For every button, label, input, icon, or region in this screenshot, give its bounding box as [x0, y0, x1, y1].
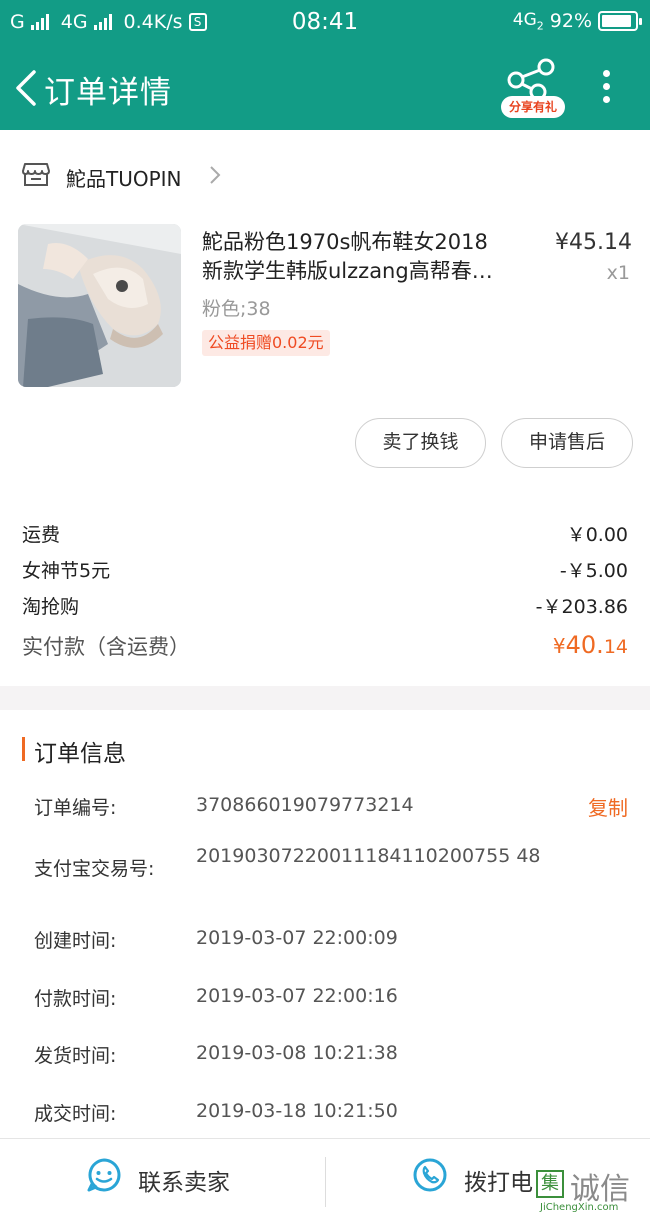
- page-title: 订单详情: [44, 75, 172, 111]
- contact-seller-button[interactable]: 联系卖家: [86, 1157, 286, 1197]
- product-spec: 粉色;38: [202, 298, 271, 320]
- chevron-right-icon: [210, 166, 221, 184]
- shipped-label: 发货时间:: [34, 1045, 117, 1067]
- done-label: 成交时间:: [34, 1103, 117, 1125]
- discount1-label: 女神节5元: [22, 560, 111, 582]
- more-vertical-icon[interactable]: [598, 70, 614, 108]
- heading-accent-bar: [22, 737, 25, 761]
- battery-percent: 92%: [549, 10, 592, 33]
- store-icon: [22, 163, 50, 186]
- shipping-value: ￥0.00: [566, 524, 628, 546]
- sell-button[interactable]: 卖了换钱: [355, 418, 486, 468]
- sneaker-photo: [18, 224, 181, 387]
- phone-icon: [413, 1158, 447, 1192]
- network-sub: 2: [536, 19, 544, 33]
- product-price: ¥45.14: [555, 230, 632, 255]
- copy-button[interactable]: 复制: [588, 792, 628, 821]
- discount-row-2: 淘抢购 -￥203.86: [22, 592, 628, 622]
- discount2-value: -￥203.86: [535, 596, 628, 618]
- shipping-row: 运费 ￥0.00: [22, 520, 628, 550]
- share-badge: 分享有礼: [501, 96, 565, 118]
- total-row: 实付款（含运费） ¥40.14: [22, 631, 628, 667]
- order-number-value: 370866019079773214: [196, 794, 414, 816]
- bottom-separator: [325, 1157, 326, 1207]
- share-button[interactable]: 分享有礼: [500, 58, 566, 118]
- charity-badge: 公益捐赠0.02元: [202, 330, 330, 356]
- product-quantity: x1: [606, 262, 630, 284]
- total-value: ¥40.14: [553, 631, 628, 659]
- paid-label: 付款时间:: [34, 988, 117, 1010]
- section-divider: [0, 686, 650, 710]
- chat-icon: [87, 1158, 121, 1192]
- discount1-value: -￥5.00: [559, 560, 628, 582]
- created-value: 2019-03-07 22:00:09: [196, 927, 398, 949]
- battery-icon: [598, 11, 642, 32]
- product-title-line2: 新款学生韩版ulzzang高帮春…: [202, 259, 493, 283]
- shipped-value: 2019-03-08 10:21:38: [196, 1042, 398, 1064]
- alipay-value: 20190307220011184110200755 48: [196, 845, 541, 867]
- product-title[interactable]: 鮀品粉色1970s帆布鞋女2018 新款学生韩版ulzzang高帮春…: [202, 228, 522, 286]
- done-value: 2019-03-18 10:21:50: [196, 1100, 398, 1122]
- discount-row-1: 女神节5元 -￥5.00: [22, 556, 628, 586]
- battery-fill: [602, 15, 631, 28]
- back-arrow-icon[interactable]: [12, 68, 42, 108]
- shop-row[interactable]: 鮀品TUOPIN: [0, 130, 650, 220]
- status-right: 4G2 92%: [513, 10, 642, 33]
- shipping-label: 运费: [22, 524, 61, 546]
- total-dec: 14: [603, 636, 628, 658]
- discount2-label: 淘抢购: [22, 596, 80, 618]
- network-label: 4G2: [513, 10, 544, 32]
- watermark-logo: 集 诚信 JiChengXin.com: [534, 1164, 650, 1215]
- paid-value: 2019-03-07 22:00:16: [196, 985, 398, 1007]
- after-sale-button[interactable]: 申请售后: [501, 418, 633, 468]
- order-info-title: 订单信息: [34, 741, 126, 767]
- status-bar: G 4G 0.4K/s S 08:41 4G2 92%: [0, 0, 650, 44]
- watermark-url: JiChengXin.com: [540, 1202, 619, 1213]
- product-title-line1: 鮀品粉色1970s帆布鞋女2018: [202, 230, 488, 254]
- total-label: 实付款（含运费）: [22, 635, 190, 659]
- total-int: 40.: [565, 631, 604, 659]
- nav-bar: 订单详情 分享有礼: [0, 44, 650, 130]
- alipay-label: 支付宝交易号:: [34, 858, 155, 880]
- contact-seller-label: 联系卖家: [138, 1170, 230, 1196]
- product-image[interactable]: [18, 224, 181, 387]
- watermark-badge: 集: [536, 1170, 564, 1198]
- total-currency: ¥: [552, 634, 566, 658]
- order-number-label: 订单编号:: [34, 797, 117, 819]
- call-label: 拨打电: [464, 1170, 533, 1196]
- network-type: 4G: [512, 10, 537, 30]
- shop-name: 鮀品TUOPIN: [66, 167, 182, 191]
- product-card[interactable]: 鮀品粉色1970s帆布鞋女2018 新款学生韩版ulzzang高帮春… ¥45.…: [0, 220, 650, 400]
- created-label: 创建时间:: [34, 930, 117, 952]
